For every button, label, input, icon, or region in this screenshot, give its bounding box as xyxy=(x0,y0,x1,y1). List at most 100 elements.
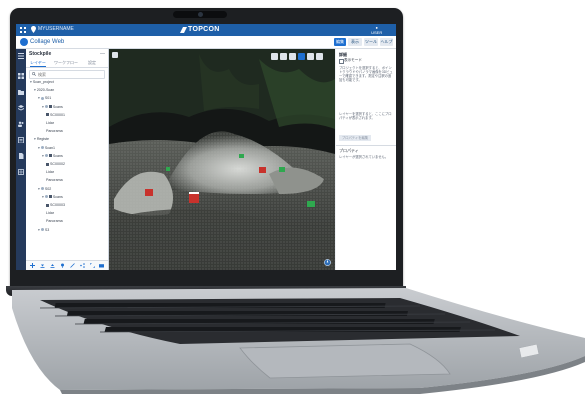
folder-icon[interactable] xyxy=(18,89,24,95)
add-icon[interactable] xyxy=(30,263,35,268)
tree-item[interactable]: ▾ Scan1 xyxy=(38,146,55,150)
touchpad[interactable] xyxy=(239,343,451,379)
tree-item[interactable]: ▾ Scans xyxy=(42,195,63,199)
brand-logo-text: TOPCON xyxy=(188,26,220,33)
tab-workflow[interactable]: ワークフロー xyxy=(54,60,78,66)
tree-item[interactable]: ▾ Scans xyxy=(42,154,63,158)
scan-cube-icon xyxy=(46,162,49,166)
edit-properties-button[interactable]: プロパティを編集 xyxy=(339,135,371,141)
camera-tool-icon[interactable] xyxy=(99,263,104,268)
tree-item-label: SC00001 xyxy=(50,112,65,117)
app-title: Collage Web xyxy=(30,39,65,45)
tree-item[interactable]: ▾ Scans xyxy=(42,105,63,109)
visibility-icon[interactable] xyxy=(44,195,48,199)
fit-view-icon[interactable] xyxy=(271,53,278,60)
collapse-panel-button[interactable]: — xyxy=(100,51,105,57)
tree-item[interactable]: SC00003 xyxy=(46,203,65,207)
users-icon[interactable] xyxy=(18,121,24,127)
chevron-down-icon[interactable]: ▾ xyxy=(34,137,36,141)
tree-item-label: SC00002 xyxy=(50,162,65,166)
chevron-down-icon[interactable]: ▾ xyxy=(38,187,40,191)
chevron-down-icon[interactable]: ▾ xyxy=(34,88,36,92)
tree-item[interactable]: ▾2020-Scan xyxy=(34,88,54,92)
tree-item[interactable]: Lidar xyxy=(46,170,54,174)
clipboard-icon[interactable] xyxy=(18,137,24,143)
dashboard-icon[interactable] xyxy=(18,73,24,79)
tree-item[interactable]: Lidar xyxy=(46,211,54,215)
tree-item[interactable]: Lidar xyxy=(46,121,54,125)
tree-item[interactable]: SC00001 xyxy=(46,113,65,117)
top-brand-bar: MYUSERNAME TOPCON ● USER MY ACCOUNT xyxy=(16,24,396,40)
visibility-icon[interactable] xyxy=(40,96,44,100)
panel-tabs: レイヤー ワークフロー 設定 xyxy=(26,59,108,68)
tree-item-label: Scan1 xyxy=(44,145,56,150)
scan-marker[interactable] xyxy=(259,167,266,173)
chevron-down-icon[interactable]: ▾ xyxy=(30,80,32,84)
layers-icon[interactable] xyxy=(18,105,24,111)
tree-item[interactable]: Panorama xyxy=(46,178,63,182)
visibility-icon[interactable] xyxy=(44,154,48,158)
upload-icon[interactable] xyxy=(50,263,55,268)
panel-title: Stockpile xyxy=(29,51,52,57)
tree-item-label: Scans xyxy=(52,194,63,199)
tree-item[interactable]: Panorama xyxy=(46,219,63,223)
tree-item[interactable]: ▾ S3 xyxy=(38,228,49,232)
chevron-down-icon[interactable]: ▾ xyxy=(42,154,44,158)
workspace-name[interactable]: MYUSERNAME xyxy=(38,26,74,32)
help-menu-button[interactable]: ヘルプ xyxy=(380,38,393,46)
compass-icon[interactable] xyxy=(324,259,331,266)
pin-tool-icon[interactable] xyxy=(60,263,65,268)
tree-item[interactable]: ▾ S02 xyxy=(38,187,51,191)
point-cloud-scene xyxy=(109,49,335,270)
grid-settings-icon[interactable] xyxy=(18,169,24,175)
layers-view-icon[interactable] xyxy=(298,53,305,60)
tab-settings[interactable]: 設定 xyxy=(88,60,96,66)
tree-item[interactable]: Panorama xyxy=(46,129,63,133)
chevron-down-icon[interactable]: ▾ xyxy=(38,96,40,100)
measure-icon[interactable] xyxy=(70,263,75,268)
scan-marker[interactable] xyxy=(239,154,244,158)
webcam-icon xyxy=(198,12,203,17)
edit-menu-button[interactable]: 編集 xyxy=(334,38,346,46)
visibility-icon[interactable] xyxy=(44,105,48,109)
tree-item[interactable]: ▾Scan_project xyxy=(30,80,54,84)
collage-logo-icon xyxy=(20,38,28,46)
download-icon[interactable] xyxy=(40,263,45,268)
document-icon[interactable] xyxy=(18,153,24,159)
expand-icon[interactable] xyxy=(90,263,95,268)
rotate-icon[interactable] xyxy=(280,53,287,60)
tree-item-label: 2020-Scan xyxy=(36,88,55,93)
tree-item-label: SC00003 xyxy=(50,203,65,207)
visibility-icon[interactable] xyxy=(40,187,44,191)
zoom-icon[interactable] xyxy=(289,53,296,60)
tree-item[interactable]: ▾Registe xyxy=(34,137,49,141)
scan-cube-icon xyxy=(48,105,52,109)
app-grid-icon[interactable] xyxy=(20,27,26,33)
fullscreen-icon[interactable] xyxy=(316,53,323,60)
scan-marker[interactable] xyxy=(279,167,285,172)
tree-item[interactable]: SC00002 xyxy=(46,162,65,166)
viewport-menu-icon[interactable] xyxy=(112,52,118,58)
tree-item-label: Panorama xyxy=(46,129,63,134)
settings-icon[interactable] xyxy=(307,53,314,60)
search-input[interactable] xyxy=(38,71,100,77)
detail-hint: レイヤーを選択すると、ここにプロパティが表示されます。 xyxy=(339,112,392,120)
view-menu-button[interactable]: 表示 xyxy=(348,38,362,46)
scan-marker[interactable] xyxy=(166,167,170,171)
chevron-down-icon[interactable]: ▾ xyxy=(42,195,44,199)
scan-marker[interactable] xyxy=(307,201,315,207)
scan-marker[interactable] xyxy=(145,189,153,196)
tab-layers[interactable]: レイヤー xyxy=(30,60,46,67)
tree-item[interactable]: ▾ S01 xyxy=(38,96,51,100)
share-icon[interactable] xyxy=(80,263,85,268)
chevron-down-icon[interactable]: ▾ xyxy=(42,105,44,109)
tools-menu-button[interactable]: ツール xyxy=(364,38,378,46)
scan-marker[interactable] xyxy=(189,192,199,203)
visibility-icon[interactable] xyxy=(40,228,44,232)
chevron-down-icon[interactable]: ▾ xyxy=(38,146,40,150)
panel-toolbar xyxy=(26,260,108,270)
menu-icon[interactable] xyxy=(18,53,24,59)
visibility-icon[interactable] xyxy=(40,146,44,150)
point-cloud-viewport[interactable] xyxy=(109,49,335,270)
chevron-down-icon[interactable]: ▾ xyxy=(38,228,40,232)
